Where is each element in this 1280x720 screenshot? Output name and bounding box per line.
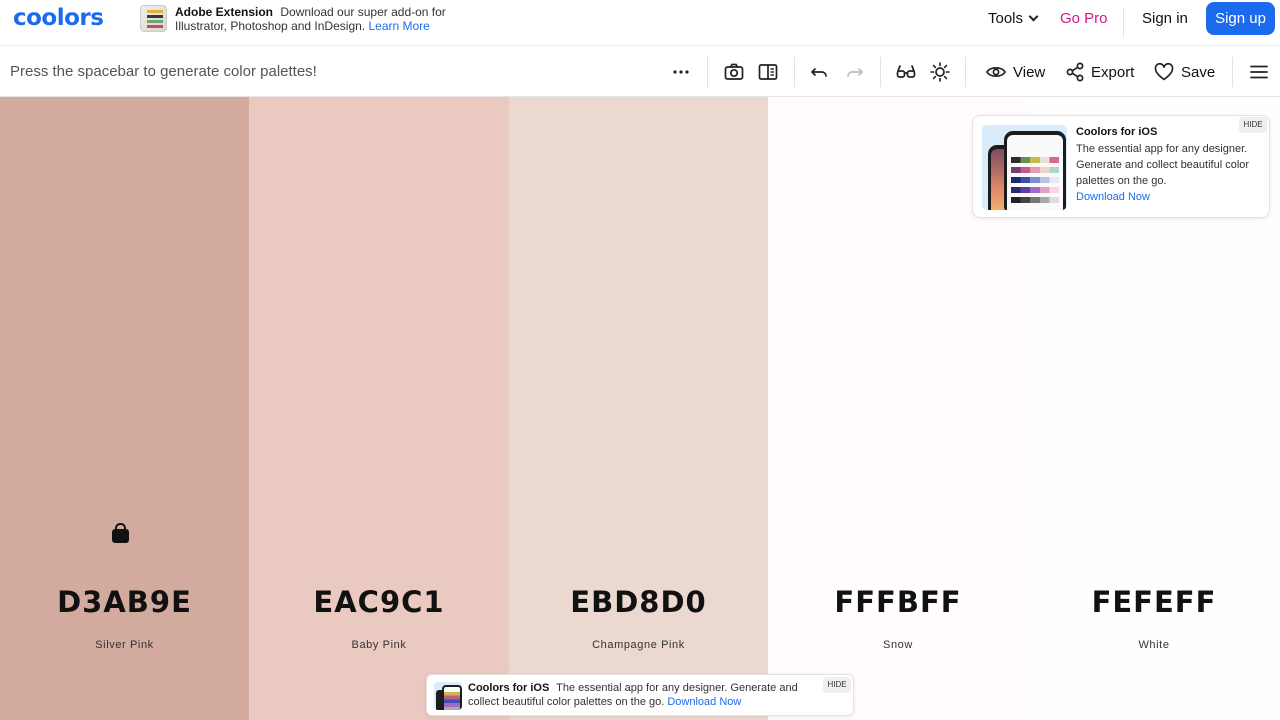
hex-code[interactable]: FFFBFF <box>768 585 1028 619</box>
color-swatch-2[interactable]: EAC9C1 Baby Pink <box>249 97 509 720</box>
menu-icon[interactable] <box>1248 61 1270 83</box>
ios-app-thumbnail <box>982 125 1067 210</box>
adobe-extension-text: Adobe Extension Download our super add-o… <box>175 5 446 33</box>
ad-banner-text: Coolors for iOS The essential app for an… <box>468 681 818 709</box>
eye-icon <box>986 67 1006 77</box>
promo-line1: Download our super add-on for <box>280 5 446 19</box>
download-now-link[interactable]: Download Now <box>1076 191 1150 203</box>
share-icon <box>1066 62 1084 82</box>
ad-banner-title: Coolors for iOS <box>468 682 550 694</box>
more-icon[interactable] <box>670 61 692 83</box>
view-label: View <box>1013 64 1046 81</box>
ad-title: Coolors for iOS <box>1076 126 1158 138</box>
glasses-icon[interactable] <box>895 61 917 83</box>
brightness-icon[interactable] <box>929 61 951 83</box>
toolbar-divider <box>1232 57 1233 87</box>
color-name: Baby Pink <box>351 639 407 651</box>
generator-toolbar: Press the spacebar to generate color pal… <box>0 47 1280 97</box>
hide-ad-button[interactable]: HIDE <box>1239 117 1267 133</box>
redo-icon[interactable] <box>843 61 865 83</box>
camera-icon[interactable] <box>723 61 745 83</box>
tools-label: Tools <box>988 10 1024 27</box>
sign-up-button[interactable]: Sign up <box>1206 2 1275 35</box>
hide-ad-button[interactable]: HIDE <box>823 677 851 693</box>
toolbar-divider <box>707 57 708 87</box>
color-name: Silver Pink <box>95 639 154 651</box>
undo-icon[interactable] <box>809 61 831 83</box>
download-now-link[interactable]: Download Now <box>667 696 741 708</box>
hex-code[interactable]: D3AB9E <box>0 585 249 619</box>
ios-app-ad-card[interactable]: Coolors for iOS The essential app for an… <box>972 115 1270 218</box>
toolbar-divider <box>794 57 795 87</box>
color-name: Champagne Pink <box>592 639 685 651</box>
toolbar-divider <box>965 57 966 87</box>
nav-divider <box>1123 8 1124 38</box>
ios-app-ad-banner[interactable]: Coolors for iOS The essential app for an… <box>426 674 854 716</box>
tools-menu[interactable]: Tools <box>988 10 1039 27</box>
save-label: Save <box>1181 64 1216 81</box>
color-swatch-3[interactable]: EBD8D0 Champagne Pink <box>509 97 768 720</box>
color-swatch-1[interactable]: D3AB9E Silver Pink <box>0 97 249 720</box>
ad-body: The essential app for any designer. Gene… <box>1076 141 1268 205</box>
coolors-logo[interactable]: coolors <box>13 5 104 31</box>
adobe-extension-thumbnail <box>140 5 167 32</box>
learn-more-link[interactable]: Learn More <box>368 19 429 33</box>
toolbar-divider <box>880 57 881 87</box>
panels-icon[interactable] <box>757 61 779 83</box>
ios-app-thumbnail <box>434 682 462 710</box>
hex-code[interactable]: EAC9C1 <box>249 585 509 619</box>
hex-code[interactable]: FEFEFF <box>1028 585 1280 619</box>
spacebar-hint: Press the spacebar to generate color pal… <box>10 63 317 80</box>
top-nav: coolors Adobe Extension Download our sup… <box>0 0 1280 46</box>
promo-line2: Illustrator, Photoshop and InDesign. <box>175 19 366 33</box>
go-pro-link[interactable]: Go Pro <box>1060 10 1108 27</box>
export-label: Export <box>1091 64 1135 81</box>
promo-title: Adobe Extension <box>175 5 274 19</box>
lock-icon[interactable] <box>112 523 129 543</box>
color-name: White <box>1138 639 1170 651</box>
ad-description: The essential app for any designer. Gene… <box>1076 143 1250 187</box>
chevron-down-icon <box>1028 11 1039 22</box>
heart-icon <box>1154 62 1174 81</box>
hex-code[interactable]: EBD8D0 <box>509 585 768 619</box>
adobe-extension-promo[interactable]: Adobe Extension Download our super add-o… <box>140 5 470 39</box>
color-name: Snow <box>883 639 913 651</box>
sign-in-link[interactable]: Sign in <box>1142 10 1188 27</box>
